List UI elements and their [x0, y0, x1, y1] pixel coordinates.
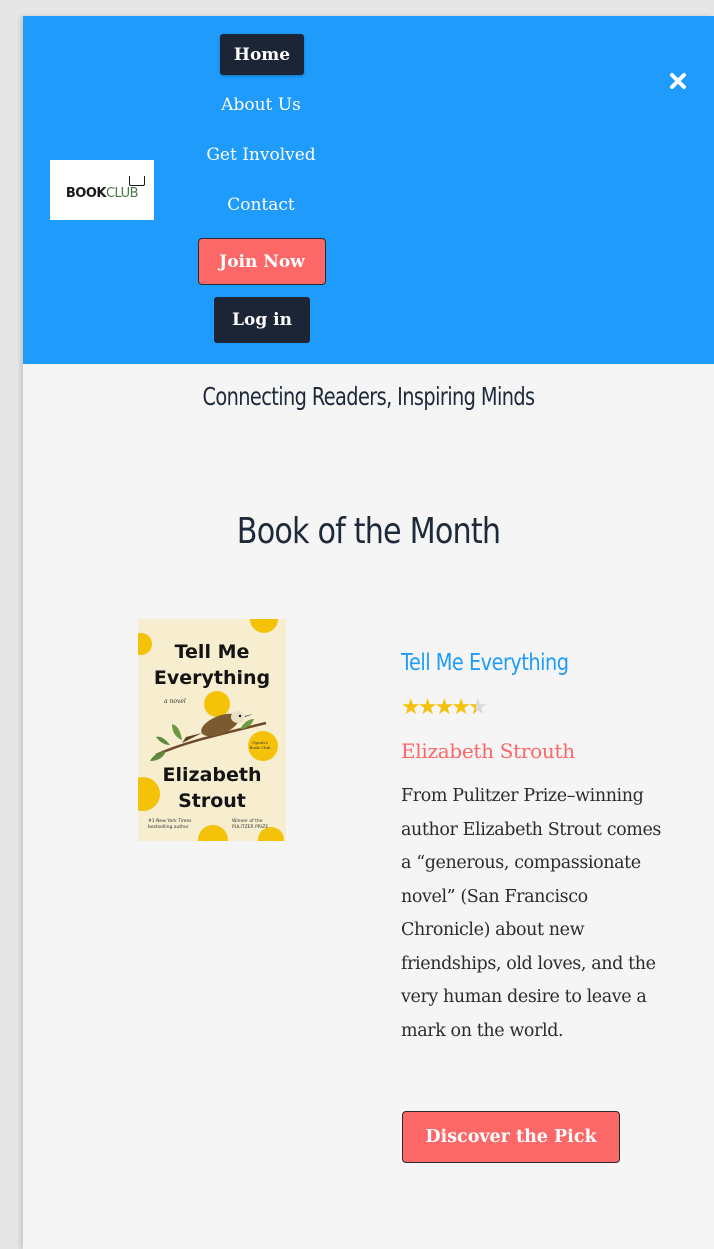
star-icon: ★ [451, 695, 471, 720]
logo-wordmark: BOOKCLUB [65, 185, 139, 201]
star-icon: ★ [417, 695, 438, 720]
nav-about-link[interactable]: About Us [163, 94, 359, 116]
star-rating: ★★★★★ [401, 695, 488, 721]
nav-contact-link[interactable]: Contact [163, 194, 359, 216]
cover-foot-right: Winner of the PULITZER PRIZE [232, 819, 269, 830]
section-title: Book of the Month [236, 511, 501, 552]
nav-home-link[interactable]: Home [220, 34, 304, 75]
book-description: From Pulitzer Prize–winning author Eliza… [401, 786, 661, 1041]
page: BOOKCLUB Home About Us Get Involved Cont… [23, 16, 714, 1249]
join-now-button[interactable]: Join Now [198, 238, 326, 285]
oprah-seal: Oprah's Book Club [249, 740, 271, 750]
book-title-link[interactable]: Tell Me Everything [401, 650, 569, 676]
cover-author: Elizabeth Strout [162, 764, 262, 812]
cover-foot-left: #1 New York Times bestselling author [148, 819, 192, 830]
discover-the-pick-button[interactable]: Discover the Pick [402, 1111, 620, 1163]
cover-subtitle: a novel [164, 698, 186, 705]
close-icon [670, 73, 686, 89]
star-icon: ★ [434, 695, 454, 720]
cover-title: Tell Me Everything [153, 641, 271, 689]
cover-dot [250, 619, 278, 633]
half-star-icon: ★ [468, 696, 488, 721]
site-header: BOOKCLUB Home About Us Get Involved Cont… [23, 16, 714, 364]
nav-get-involved-link[interactable]: Get Involved [163, 144, 359, 166]
book-club-logo[interactable]: BOOKCLUB [50, 160, 154, 220]
log-in-button[interactable]: Log in [214, 297, 310, 343]
main-nav: Home About Us Get Involved Contact Join … [163, 16, 359, 364]
open-book-icon [129, 176, 145, 186]
close-menu-button[interactable] [663, 66, 693, 96]
cover-dot [198, 825, 228, 841]
star-icon: ★ [401, 695, 421, 720]
book-author: Elizabeth Strouth [401, 739, 575, 763]
book-cover-image[interactable]: Tell Me Everything a novel Oprah's Book Cl… [138, 619, 286, 841]
tagline: Connecting Readers, Inspiring Minds [202, 382, 535, 411]
